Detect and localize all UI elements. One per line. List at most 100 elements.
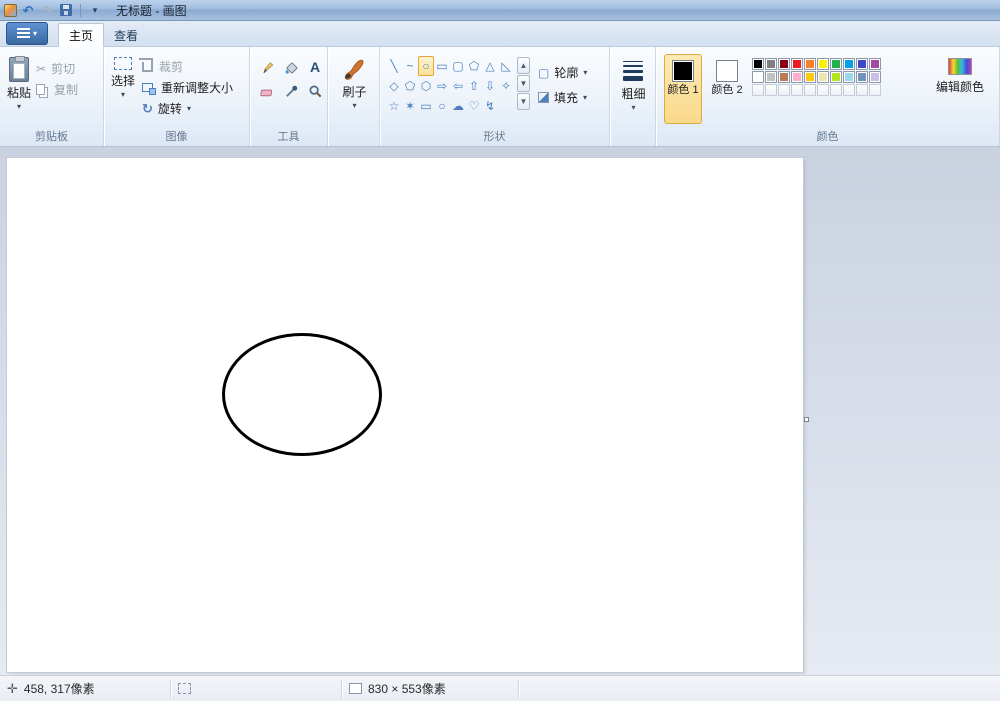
palette-swatch-a349a4[interactable]	[869, 58, 881, 70]
chevron-down-icon: ▾	[92, 4, 98, 15]
shape-star-4[interactable]: ✧	[498, 76, 514, 96]
redo-button[interactable]: ↷	[39, 2, 55, 19]
shape-rounded-rectangle[interactable]: ▢	[450, 56, 466, 76]
palette-swatch-c8bfe7[interactable]	[869, 71, 881, 83]
shapes-more-button[interactable]: ▼	[517, 93, 530, 110]
palette-swatch-efe4b0[interactable]	[817, 71, 829, 83]
shape-star-6[interactable]: ✶	[402, 96, 418, 116]
pencil-tool-button[interactable]	[256, 56, 278, 78]
palette-swatch-ff7f27[interactable]	[804, 58, 816, 70]
rotate-button[interactable]: ↻ 旋转 ▾	[142, 98, 233, 119]
resize-button[interactable]: 重新调整大小	[142, 77, 233, 98]
shape-star-5[interactable]: ☆	[386, 96, 402, 116]
palette-swatch-22b14c[interactable]	[830, 58, 842, 70]
shape-line[interactable]: ╲	[386, 56, 402, 76]
palette-swatch-ffc90e[interactable]	[804, 71, 816, 83]
palette-swatch-b5e61d[interactable]	[830, 71, 842, 83]
file-menu-button[interactable]: ▾	[6, 22, 48, 45]
palette-swatch-99d9ea[interactable]	[843, 71, 855, 83]
color-picker-tool-button[interactable]	[280, 80, 302, 102]
shape-heart[interactable]: ♡	[466, 96, 482, 116]
outline-dropdown[interactable]: ▢ 轮廓 ▾	[538, 62, 587, 83]
crop-icon	[139, 57, 154, 72]
shape-arrow-up[interactable]: ⇧	[466, 76, 482, 96]
outline-icon: ▢	[538, 65, 550, 80]
palette-swatch-880015[interactable]	[778, 58, 790, 70]
shapes-grid: ╲ ~ ○ ▭ ▢ ⬠ △ ◺ ◇ ⬠ ⬡ ⇨ ⇦ ⇧ ⇩ ✧ ☆ ✶ ▭ ○ ☁ ♡ ↯	[386, 56, 514, 130]
crop-label: 裁剪	[159, 60, 184, 74]
shape-arrow-right[interactable]: ⇨	[434, 76, 450, 96]
palette-swatch-3f48cc[interactable]	[856, 58, 868, 70]
fill-dropdown[interactable]: 填充 ▾	[538, 87, 587, 108]
edit-colors-button[interactable]: 编辑颜色	[933, 52, 987, 130]
selection-size-icon	[178, 683, 191, 694]
palette-swatch-empty	[869, 84, 881, 96]
customize-quick-access-button[interactable]: ▾	[87, 2, 103, 19]
undo-button[interactable]: ↶	[20, 2, 36, 19]
cursor-position-icon: ✛	[7, 680, 18, 696]
palette-swatch-7092be[interactable]	[856, 71, 868, 83]
group-label-tools: 工具	[277, 131, 300, 143]
shape-lightning[interactable]: ↯	[482, 96, 498, 116]
shape-diamond[interactable]: ◇	[386, 76, 402, 96]
palette-swatch-empty	[817, 84, 829, 96]
save-icon	[60, 4, 72, 16]
shape-curve[interactable]: ~	[402, 56, 418, 76]
chevron-down-icon: ▾	[352, 101, 357, 110]
palette-swatch-ffaec9[interactable]	[791, 71, 803, 83]
tab-home[interactable]: 主页	[58, 23, 105, 47]
palette-swatch-ed1c24[interactable]	[791, 58, 803, 70]
palette-swatch-c3c3c3[interactable]	[765, 71, 777, 83]
palette-swatch-fff200[interactable]	[817, 58, 829, 70]
shape-pentagon[interactable]: ⬠	[402, 76, 418, 96]
pencil-icon	[262, 61, 273, 73]
shape-triangle[interactable]: △	[482, 56, 498, 76]
text-tool-button[interactable]: A	[304, 56, 326, 78]
select-label: 选择	[111, 74, 136, 88]
shape-callout-rounded[interactable]: ▭	[418, 96, 434, 116]
shape-oval[interactable]: ○	[418, 56, 434, 76]
paste-icon	[9, 56, 29, 82]
select-button[interactable]: 选择 ▾	[110, 52, 136, 130]
fill-tool-button[interactable]	[280, 56, 302, 78]
title-bar: ↶ ↷ ▾ 无标题 - 画图	[0, 0, 1000, 21]
magnifier-tool-button[interactable]	[304, 80, 326, 102]
palette-swatch-empty	[843, 84, 855, 96]
brushes-button[interactable]: 刷子 ▾	[341, 52, 367, 130]
shapes-scroll-down-button[interactable]: ▼	[517, 75, 530, 92]
palette-swatch-00a2e8[interactable]	[843, 58, 855, 70]
group-label-colors: 颜色	[816, 131, 839, 143]
redo-icon: ↷	[41, 2, 53, 18]
shape-callout-cloud[interactable]: ☁	[450, 96, 466, 116]
cut-button[interactable]: ✂ 剪切	[36, 58, 78, 79]
tab-view[interactable]: 查看	[104, 24, 148, 46]
palette-swatch-000000[interactable]	[752, 58, 764, 70]
eraser-tool-button[interactable]	[256, 80, 278, 102]
drawing-canvas[interactable]	[7, 158, 803, 672]
drawn-ellipse	[222, 333, 382, 456]
palette-swatch-7f7f7f[interactable]	[765, 58, 777, 70]
copy-button[interactable]: 复制	[36, 79, 78, 100]
text-tool-icon: A	[309, 59, 321, 75]
save-button[interactable]	[58, 2, 74, 19]
shape-polygon[interactable]: ⬠	[466, 56, 482, 76]
select-icon	[114, 57, 132, 70]
palette-swatch-empty	[752, 84, 764, 96]
color2-button[interactable]: 颜色 2	[708, 54, 746, 124]
shape-arrow-left[interactable]: ⇦	[450, 76, 466, 96]
group-brushes: 刷子 ▾	[328, 47, 380, 146]
color1-button[interactable]: 颜色 1	[664, 54, 702, 124]
crop-button[interactable]: 裁剪	[139, 56, 233, 77]
size-button[interactable]: 粗细 ▾	[620, 52, 646, 130]
shape-callout-oval[interactable]: ○	[434, 96, 450, 116]
shape-hexagon[interactable]: ⬡	[418, 76, 434, 96]
canvas-resize-handle-right[interactable]	[804, 417, 809, 422]
palette-swatch-b97a57[interactable]	[778, 71, 790, 83]
shapes-scroll-up-button[interactable]: ▲	[517, 57, 530, 74]
shape-rectangle[interactable]: ▭	[434, 56, 450, 76]
palette-swatch-ffffff[interactable]	[752, 71, 764, 83]
paste-button[interactable]: 粘贴 ▾	[6, 52, 32, 130]
shape-right-triangle[interactable]: ◺	[498, 56, 514, 76]
eraser-icon	[259, 89, 272, 96]
shape-arrow-down[interactable]: ⇩	[482, 76, 498, 96]
